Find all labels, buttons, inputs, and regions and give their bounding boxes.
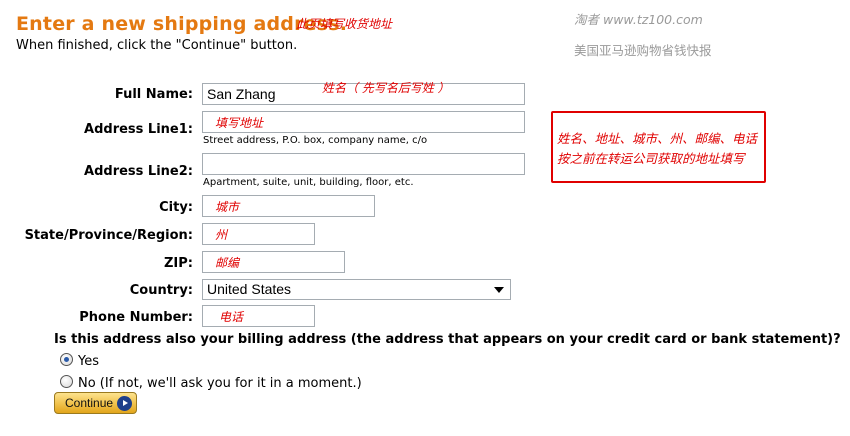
state-field[interactable]: 州 [202, 223, 315, 245]
address2-field[interactable] [202, 153, 525, 175]
billing-no-radio[interactable] [60, 375, 73, 388]
phone-value: 电话 [219, 310, 244, 324]
address1-field[interactable]: 填写地址 [202, 111, 525, 133]
phone-label: Phone Number: [79, 310, 193, 325]
billing-yes-label[interactable]: Yes [78, 354, 99, 369]
country-label: Country: [129, 283, 193, 298]
continue-button[interactable]: Continue [54, 392, 137, 414]
address2-hint: Apartment, suite, unit, building, floor,… [203, 177, 414, 188]
country-select[interactable]: United States [202, 279, 511, 300]
state-label: State/Province/Region: [24, 228, 193, 243]
phone-field[interactable]: 电话 [202, 305, 315, 327]
city-value: 城市 [215, 200, 240, 214]
zip-value: 邮编 [215, 256, 240, 270]
full-name-label: Full Name: [114, 87, 193, 102]
address1-hint: Street address, P.O. box, company name, … [203, 135, 428, 146]
instruction-box: 姓名、地址、城市、州、邮编、电话 按之前在转运公司获取的地址填写 [551, 111, 766, 183]
watermark-site: 淘者 www.tz100.com [574, 12, 703, 27]
zip-field[interactable]: 邮编 [202, 251, 345, 273]
zip-label: ZIP: [164, 256, 193, 271]
address2-label: Address Line2: [84, 164, 193, 179]
full-name-annotation: 姓名（ 先写名后写姓 ） [322, 81, 450, 95]
city-field[interactable]: 城市 [202, 195, 375, 217]
instruction-line-1: 姓名、地址、城市、州、邮编、电话 [557, 131, 758, 146]
continue-button-label: Continue [65, 396, 114, 410]
address1-value: 填写地址 [215, 116, 264, 130]
arrow-right-icon [117, 396, 132, 411]
state-value: 州 [215, 228, 228, 242]
page-subtitle: When finished, click the "Continue" butt… [16, 38, 298, 53]
billing-no-label[interactable]: No (If not, we'll ask you for it in a mo… [78, 376, 362, 391]
instruction-line-2: 按之前在转运公司获取的地址填写 [557, 151, 745, 166]
city-label: City: [159, 200, 193, 215]
chevron-down-icon [494, 287, 504, 293]
watermark-slogan: 美国亚马逊购物省钱快报 [574, 43, 712, 58]
full-name-value: San Zhang [207, 86, 276, 102]
billing-question: Is this address also your billing addres… [54, 332, 841, 347]
title-annotation: 此页填写收货地址 [296, 17, 393, 31]
billing-yes-radio[interactable] [60, 353, 73, 366]
address1-label: Address Line1: [84, 122, 193, 137]
country-value: United States [207, 281, 292, 297]
